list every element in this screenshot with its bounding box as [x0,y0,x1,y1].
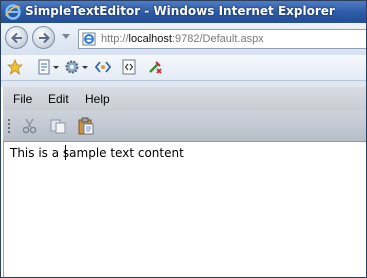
text-caret [65,145,66,160]
url-path: :9782/Default.aspx [171,33,264,45]
paste-icon[interactable] [77,117,95,135]
tools-menu-arrow[interactable] [82,66,88,69]
menu-edit[interactable]: Edit [48,92,69,106]
text-editor[interactable]: This is a sample text content [3,142,366,277]
command-bar [1,55,366,81]
recent-pages-dropdown[interactable] [62,34,70,39]
back-arrow-icon [11,32,22,44]
app-toolbar [3,111,366,142]
page-icon[interactable] [36,59,52,75]
script-debug-icon[interactable] [95,59,111,75]
copy-icon[interactable] [49,117,67,135]
url-host: localhost [128,33,172,45]
html-source-icon[interactable] [121,59,137,75]
address-bar[interactable]: http://localhost:9782/Default.aspx [78,29,366,49]
page-menu-arrow[interactable] [53,66,59,69]
star-icon[interactable] [7,59,23,75]
gear-icon[interactable] [64,59,80,75]
report-issue-icon[interactable] [147,59,163,75]
title-bar: SimpleTextEditor - Windows Internet Expl… [1,1,366,23]
page-favicon-icon [82,32,96,46]
toolbar-grip[interactable] [8,119,10,133]
menu-help[interactable]: Help [85,92,110,106]
menu-file[interactable]: File [13,92,32,106]
back-button[interactable] [5,26,28,49]
editor-text[interactable]: This is a sample text content [10,146,184,160]
window-title: SimpleTextEditor - Windows Internet Expl… [25,4,335,18]
navigation-bar: http://localhost:9782/Default.aspx [1,23,366,55]
app-menu-bar: File Edit Help [3,87,366,111]
address-url[interactable]: http://localhost:9782/Default.aspx [101,33,264,45]
forward-arrow-icon [39,32,50,44]
browser-window: SimpleTextEditor - Windows Internet Expl… [0,0,367,278]
forward-button[interactable] [32,26,55,49]
scissors-icon[interactable] [21,117,39,135]
url-prefix: http:// [101,33,129,45]
ie-logo-icon [5,4,21,20]
